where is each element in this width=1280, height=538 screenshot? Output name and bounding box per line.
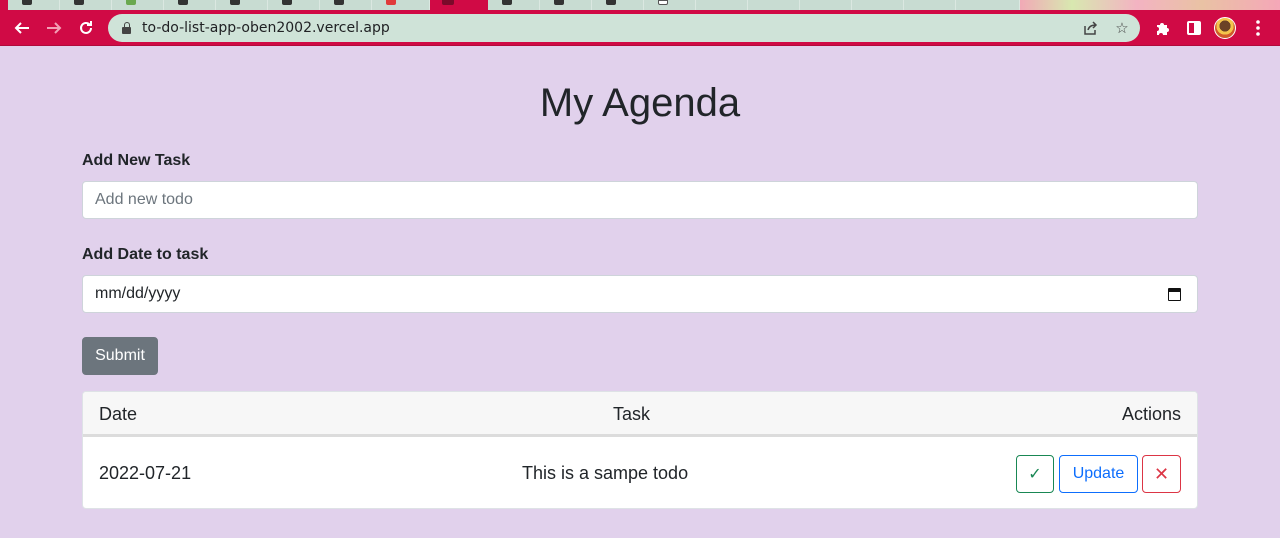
todo-table: Date Task Actions 2022-07-21 This is a s… (82, 391, 1198, 509)
more-menu-icon[interactable] (1246, 16, 1270, 40)
browser-tab[interactable] (644, 0, 696, 10)
column-header-task: Task (613, 404, 651, 424)
date-label: Add Date to task (82, 246, 209, 263)
share-icon[interactable] (1080, 18, 1100, 38)
browser-tab[interactable] (216, 0, 268, 10)
task-text-cell: This is a sampe todo (522, 463, 689, 483)
new-task-input[interactable] (82, 181, 1198, 219)
browser-tab[interactable] (488, 0, 540, 10)
tab-favicon-icon (126, 0, 136, 5)
back-icon[interactable] (8, 14, 36, 42)
delete-button[interactable]: ✕ (1142, 455, 1181, 493)
task-date-cell: 2022-07-21 (99, 463, 192, 483)
table-header: Date Task Actions (83, 392, 1197, 437)
calendar-icon[interactable] (1168, 288, 1181, 301)
task-date-input[interactable]: mm/dd/yyyy (82, 275, 1198, 313)
active-browser-tab[interactable] (432, 0, 486, 10)
forward-icon[interactable] (40, 14, 68, 42)
update-button[interactable]: Update (1059, 455, 1138, 493)
address-bar[interactable]: to-do-list-app-oben2002.vercel.app ☆ (108, 14, 1140, 42)
profile-avatar[interactable] (1214, 17, 1236, 39)
browser-tab[interactable] (8, 0, 60, 10)
tab-favicon-icon (74, 0, 84, 5)
tab-favicon-icon (282, 0, 292, 5)
browser-tab[interactable] (320, 0, 372, 10)
tab-favicon-icon (334, 0, 344, 5)
browser-tab[interactable] (592, 0, 644, 10)
browser-theme-decoration (1020, 0, 1280, 10)
browser-tab[interactable] (956, 0, 1020, 10)
page-title: My Agenda (539, 81, 741, 125)
tab-favicon-icon (178, 0, 188, 5)
bookmark-star-icon[interactable]: ☆ (1112, 18, 1132, 38)
tab-favicon-icon (658, 0, 668, 5)
browser-tab[interactable] (268, 0, 320, 10)
date-input-value: mm/dd/yyyy (95, 285, 181, 302)
table-row: 2022-07-21 This is a sampe todo ✓ Update… (83, 437, 1197, 508)
browser-tab[interactable] (372, 0, 430, 10)
tab-favicon-icon (554, 0, 564, 5)
task-label: Add New Task (82, 152, 191, 169)
reload-icon[interactable] (72, 14, 100, 42)
browser-tab[interactable] (904, 0, 956, 10)
side-panel-icon[interactable] (1182, 16, 1206, 40)
column-header-date: Date (99, 404, 138, 424)
extensions-puzzle-icon[interactable] (1150, 16, 1174, 40)
column-header-actions: Actions (1121, 404, 1181, 424)
lock-icon[interactable] (122, 22, 131, 34)
browser-tab[interactable] (60, 0, 112, 10)
browser-tab[interactable] (696, 0, 748, 10)
tab-favicon-icon (386, 0, 396, 5)
check-icon: ✓ (1028, 466, 1042, 483)
browser-tab[interactable] (112, 0, 164, 10)
submit-button[interactable]: Submit (82, 337, 158, 375)
tab-favicon-icon (230, 0, 240, 5)
tab-favicon-icon (442, 0, 454, 5)
tab-favicon-icon (22, 0, 32, 5)
close-icon: ✕ (1153, 463, 1170, 484)
browser-tab[interactable] (164, 0, 216, 10)
tab-favicon-icon (502, 0, 512, 5)
browser-toolbar: to-do-list-app-oben2002.vercel.app ☆ (0, 10, 1280, 46)
mark-done-button[interactable]: ✓ (1016, 455, 1054, 493)
tab-strip (0, 0, 1280, 10)
browser-tab[interactable] (540, 0, 592, 10)
tab-favicon-icon (606, 0, 616, 5)
browser-tab[interactable] (800, 0, 852, 10)
browser-tab[interactable] (852, 0, 904, 10)
url-text[interactable]: to-do-list-app-oben2002.vercel.app (142, 14, 390, 42)
browser-tab[interactable] (748, 0, 800, 10)
